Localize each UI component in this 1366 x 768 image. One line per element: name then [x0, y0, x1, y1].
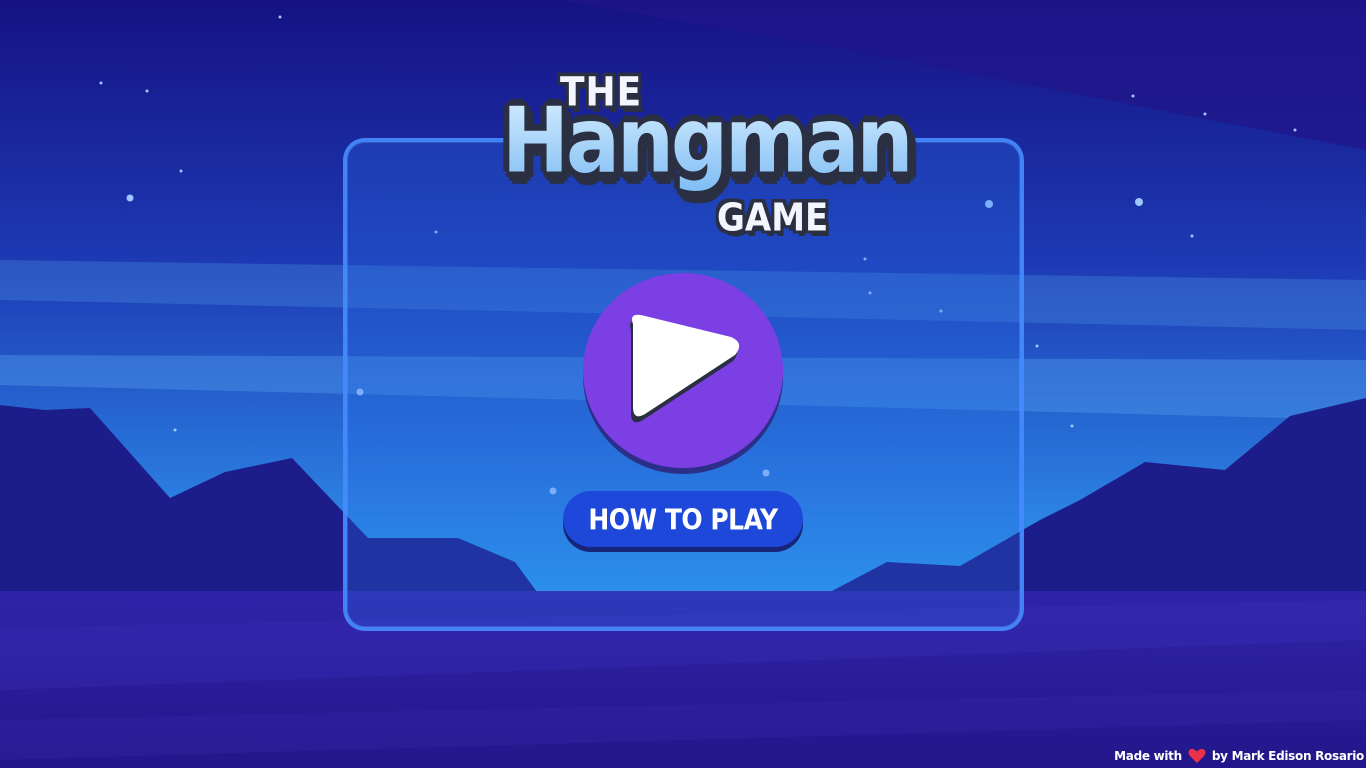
- how-to-play-label: HOW TO PLAY: [588, 502, 778, 536]
- logo-game-text: GAME: [717, 195, 829, 241]
- how-to-play-button[interactable]: HOW TO PLAY: [563, 491, 803, 547]
- game-scene: THE Hangman GAME HOW TO PLAY Made with b…: [0, 0, 1366, 768]
- credits-footer: Made with by Mark Edison Rosario: [1114, 746, 1364, 766]
- play-button[interactable]: [583, 273, 783, 468]
- heart-icon: [1188, 748, 1206, 763]
- author-text: by Mark Edison Rosario: [1211, 749, 1364, 763]
- game-logo: THE Hangman GAME: [490, 60, 913, 260]
- logo-title-text: Hangman: [502, 88, 913, 193]
- made-with-text: Made with: [1114, 749, 1182, 763]
- play-icon: [630, 314, 740, 423]
